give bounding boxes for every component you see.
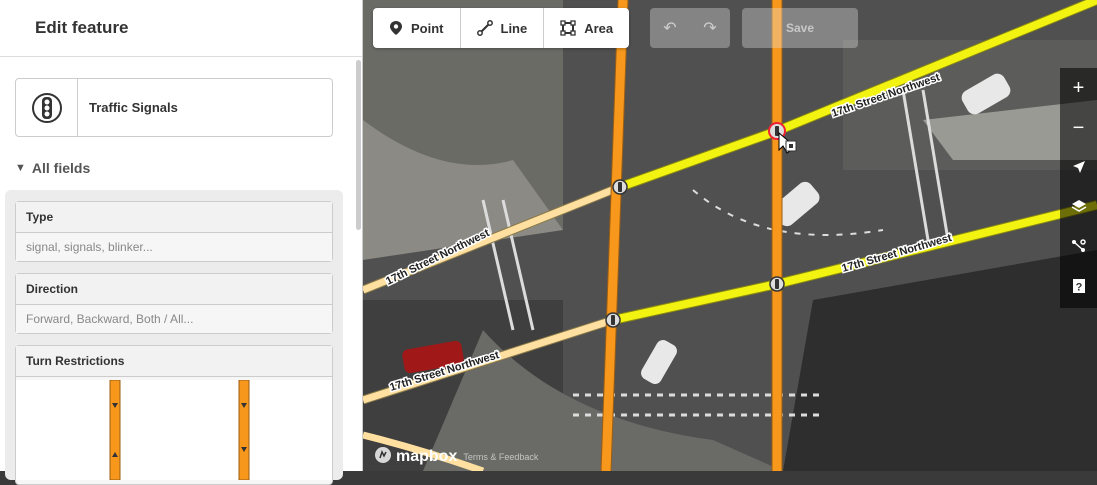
field-turn-restrictions-label: Turn Restrictions [16, 346, 332, 377]
undo-icon: ↶ [663, 20, 677, 37]
point-label: Point [411, 20, 444, 36]
layers-icon [1071, 197, 1087, 220]
map-data-button[interactable] [1060, 228, 1097, 268]
field-type-input[interactable]: signal, signals, blinker... [16, 233, 332, 261]
add-point-button[interactable]: Point [373, 8, 461, 48]
field-type-label: Type [16, 202, 332, 233]
help-button[interactable]: ? [1060, 268, 1097, 308]
point-icon [389, 20, 403, 36]
map-controls: + − ? [1060, 68, 1097, 308]
chevron-down-icon: ▼ [15, 162, 26, 174]
layers-button[interactable] [1060, 188, 1097, 228]
field-direction-label: Direction [16, 274, 332, 305]
line-icon [476, 20, 493, 36]
mapbox-logo-icon [374, 446, 392, 467]
field-type: Type signal, signals, blinker... [15, 201, 333, 262]
sidebar-scrollbar[interactable] [356, 60, 361, 230]
redo-icon: ↷ [703, 20, 717, 37]
field-direction-input[interactable]: Forward, Backward, Both / All... [16, 305, 332, 333]
save-button[interactable]: Save [742, 8, 858, 48]
sidebar-header: Edit feature [0, 0, 362, 57]
field-turn-restrictions: Turn Restrictions [15, 345, 333, 485]
sidebar: Edit feature Traffic Signals ▼ All field… [0, 0, 363, 485]
area-icon [560, 20, 576, 36]
sidebar-title: Edit feature [35, 18, 129, 37]
preset-label: Traffic Signals [89, 100, 178, 115]
zoom-out-button[interactable]: − [1060, 108, 1097, 148]
redo-button[interactable]: ↷ [690, 8, 730, 48]
save-label: Save [785, 21, 815, 35]
undo-button[interactable]: ↶ [650, 8, 690, 48]
add-area-button[interactable]: Area [544, 8, 629, 48]
map-imagery[interactable]: 17th Street Northwest 17th Street Northw… [363, 0, 1097, 471]
fields-container: Type signal, signals, blinker... Directi… [5, 190, 343, 485]
traffic-signals-icon [16, 79, 78, 136]
turn-restrictions-editor[interactable] [16, 379, 332, 481]
all-fields-label: All fields [31, 160, 91, 176]
add-line-button[interactable]: Line [461, 8, 545, 48]
field-direction: Direction Forward, Backward, Both / All.… [15, 273, 333, 334]
mapbox-logo-text: mapbox [396, 447, 458, 465]
preset-button[interactable]: Traffic Signals [15, 78, 333, 137]
zoom-in-button[interactable]: + [1060, 68, 1097, 108]
geolocate-button[interactable] [1060, 148, 1097, 188]
geolocate-icon [1072, 157, 1086, 180]
help-icon: ? [1072, 277, 1086, 300]
area-label: Area [584, 20, 614, 36]
mode-toolbar: Point Line Area [373, 8, 630, 48]
line-label: Line [500, 20, 528, 36]
zoom-out-icon: − [1072, 116, 1085, 139]
undo-redo-group: ↶ ↷ [650, 8, 730, 48]
svg-text:?: ? [1075, 281, 1082, 293]
terms-feedback-link[interactable]: Terms & Feedback [463, 452, 538, 462]
map-attribution: mapbox Terms & Feedback [374, 446, 538, 467]
map[interactable]: 17th Street Northwest 17th Street Northw… [363, 0, 1097, 471]
map-data-icon [1071, 237, 1087, 260]
zoom-in-icon: + [1072, 76, 1085, 99]
all-fields-toggle[interactable]: ▼ All fields [15, 160, 90, 176]
